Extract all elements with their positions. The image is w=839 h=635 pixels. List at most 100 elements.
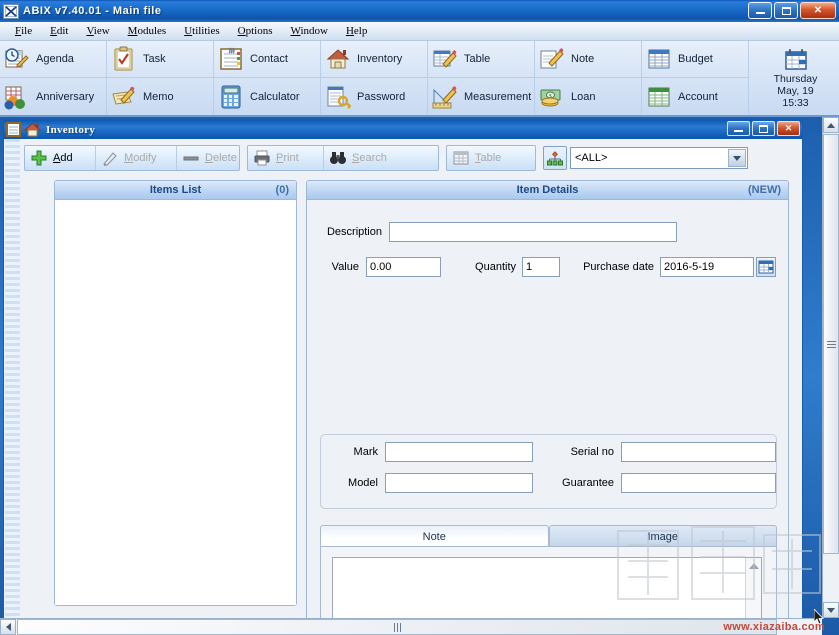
mark-input[interactable] [385, 442, 533, 462]
inventory-maximize-button[interactable] [752, 121, 775, 136]
module-measurement[interactable]: Measurement [428, 78, 534, 115]
mouse-cursor-icon [813, 607, 825, 625]
menu-options[interactable]: Options [229, 23, 282, 39]
description-label: Description [326, 226, 382, 238]
items-list-panel: Items List (0) [54, 180, 297, 606]
module-loan[interactable]: $ Loan [535, 78, 641, 115]
scroll-up-icon[interactable] [746, 558, 762, 573]
search-button[interactable]: Search [324, 146, 438, 170]
abix-icon [3, 3, 19, 19]
module-password[interactable]: Password [321, 78, 427, 115]
tab-note[interactable]: Note [320, 525, 549, 547]
module-agenda[interactable]: Agenda [0, 41, 106, 79]
memo-icon [111, 84, 137, 110]
watermark-text: www.xiazaiba.com [723, 621, 825, 633]
inventory-close-button[interactable]: ✕ [777, 121, 800, 136]
item-details-title: Item Details [516, 184, 579, 196]
table-icon [432, 46, 458, 72]
calendar-picker-icon[interactable] [756, 257, 776, 277]
items-list-header: Items List (0) [55, 181, 296, 200]
maximize-button[interactable] [774, 2, 798, 19]
module-label: Calculator [250, 90, 300, 103]
minimize-button[interactable] [748, 2, 772, 19]
menu-view[interactable]: View [77, 23, 118, 39]
inventory-window-body: Add Modify Delete Print Search Table <AL… [20, 139, 801, 618]
category-filter-combo[interactable]: <ALL> [570, 147, 748, 169]
quantity-label: Quantity [475, 261, 516, 273]
chevron-down-icon[interactable] [728, 149, 746, 167]
menu-utilities[interactable]: Utilities [175, 23, 228, 39]
description-input[interactable] [389, 222, 677, 242]
mdi-horizontal-scroll-thumb[interactable] [17, 619, 777, 635]
note-scrollbar[interactable] [745, 558, 761, 618]
module-column-5: Table Measurement [428, 41, 535, 115]
module-label: Task [143, 53, 166, 65]
module-account[interactable]: Account [642, 78, 748, 115]
inventory-window-title: Inventory [46, 123, 96, 136]
menu-modules[interactable]: Modules [119, 23, 176, 39]
menu-window[interactable]: Window [282, 23, 337, 39]
mdi-vertical-scroll-thumb[interactable] [823, 134, 839, 554]
close-button[interactable]: ✕ [800, 2, 836, 19]
description-row: Description [320, 222, 677, 242]
model-input[interactable] [385, 473, 533, 493]
loan-icon: $ [539, 84, 565, 110]
module-inventory[interactable]: Inventory [321, 41, 427, 79]
inventory-minimize-button[interactable] [727, 121, 750, 136]
model-row: Model Guarantee [334, 473, 776, 493]
module-label: Budget [678, 53, 713, 65]
print-label: Print [276, 152, 299, 164]
purchase-date-input[interactable]: 2016-5-19 [660, 257, 754, 277]
module-budget[interactable]: Budget [642, 41, 748, 79]
items-list-title: Items List [149, 184, 202, 196]
add-button[interactable]: Add [25, 146, 97, 170]
menu-edit[interactable]: Edit [41, 23, 77, 39]
mark-label: Mark [353, 446, 378, 458]
calendar-icon [782, 48, 810, 72]
value-input[interactable]: 0.00 [366, 257, 441, 277]
module-task[interactable]: Task [107, 41, 213, 79]
module-column-6: Note $ Loan [535, 41, 642, 115]
mdi-horizontal-scrollbar[interactable] [0, 618, 822, 635]
password-icon [325, 84, 352, 110]
module-label: Agenda [36, 53, 74, 65]
category-filter-button[interactable] [543, 146, 567, 170]
table-button[interactable]: Table [447, 146, 535, 170]
model-label: Model [348, 477, 378, 489]
mdi-vertical-scrollbar[interactable] [822, 117, 839, 618]
module-column-1: Agenda Anniversary [0, 41, 107, 115]
minus-icon [182, 149, 200, 167]
quantity-input[interactable]: 1 [522, 257, 560, 277]
module-table[interactable]: Table [428, 41, 534, 79]
home-icon [23, 122, 42, 137]
guarantee-label: Guarantee [562, 477, 614, 489]
print-button[interactable]: Print [248, 146, 324, 170]
menu-file[interactable]: File [6, 23, 41, 39]
search-label: Search [352, 152, 387, 164]
module-memo[interactable]: Memo [107, 78, 213, 115]
note-textarea[interactable] [332, 557, 762, 618]
mdi-scroll-left-button[interactable] [0, 619, 16, 635]
module-column-7: Budget Account [642, 41, 749, 115]
modify-button[interactable]: Modify [96, 146, 177, 170]
module-label: Account [678, 90, 718, 103]
serial-no-input[interactable] [621, 442, 776, 462]
module-contact[interactable]: Contact [214, 41, 320, 79]
module-anniversary[interactable]: Anniversary [0, 78, 106, 115]
grid-icon [452, 149, 470, 167]
items-list-body[interactable] [55, 200, 296, 605]
module-label: Inventory [357, 53, 403, 65]
agenda-icon [4, 46, 30, 72]
guarantee-input[interactable] [621, 473, 776, 493]
module-column-3: Contact Calculator [214, 41, 321, 115]
tab-image[interactable]: Image [548, 525, 777, 547]
delete-button[interactable]: Delete [177, 146, 239, 170]
mdi-scroll-down-button[interactable] [823, 602, 839, 618]
inventory-window: Inventory ✕ Add Modify Delete Print Sear… [3, 119, 803, 620]
module-note[interactable]: Note [535, 41, 641, 79]
mdi-scroll-up-button[interactable] [823, 117, 839, 133]
module-columns: Agenda Anniversary Task Memo Contact Cal… [0, 41, 839, 115]
module-calculator[interactable]: Calculator [214, 78, 320, 115]
item-details-state: (NEW) [748, 184, 781, 196]
menu-help[interactable]: Help [337, 23, 376, 39]
